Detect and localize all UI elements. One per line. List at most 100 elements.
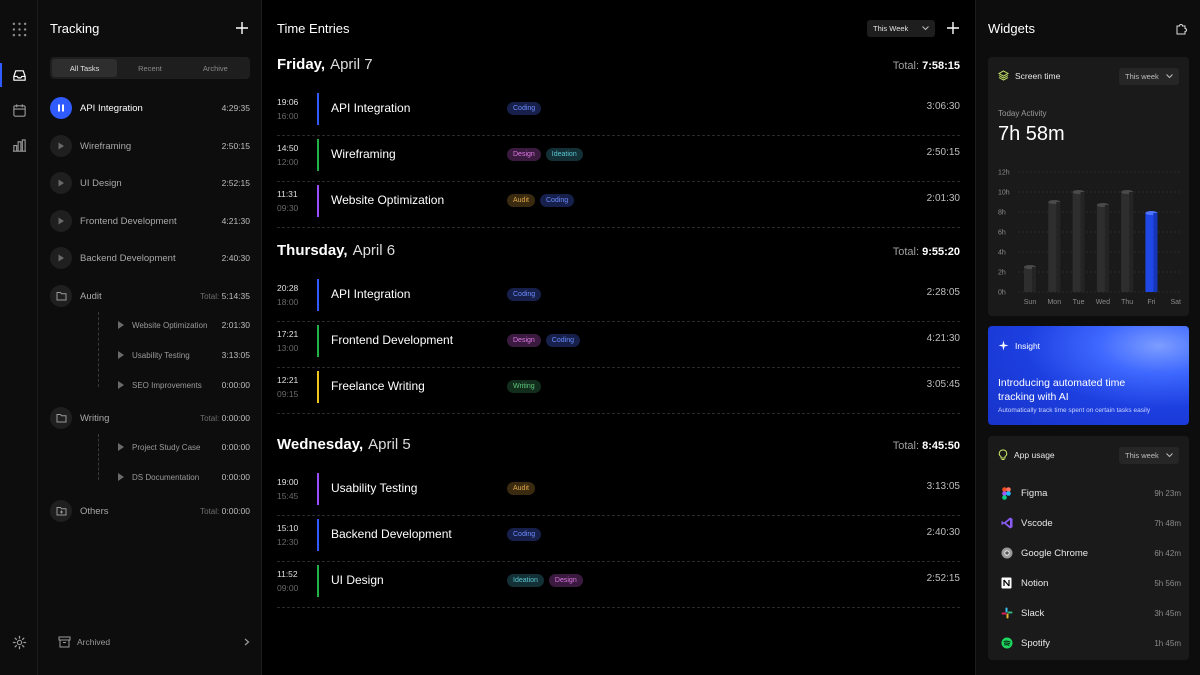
total-label: Total: bbox=[892, 60, 920, 72]
task-row[interactable]: Wireframing 2:50:15 bbox=[50, 135, 250, 157]
play-icon[interactable] bbox=[118, 321, 124, 329]
entry-tags: Ideation Design bbox=[507, 574, 583, 587]
day-name: Thursday, bbox=[277, 242, 348, 259]
vscode-icon bbox=[1000, 517, 1013, 530]
day-header: Wednesday, April 5 Total: 8:45:50 bbox=[277, 436, 960, 456]
x-tick-label: Wed bbox=[1096, 299, 1110, 306]
add-entry-button[interactable] bbox=[945, 20, 961, 36]
time-entry-row[interactable]: 19:06 16:00 API Integration Coding 3:06:30 bbox=[277, 90, 960, 136]
week-filter-dropdown[interactable]: This Week bbox=[867, 20, 935, 37]
tag-badge: Writing bbox=[507, 380, 541, 393]
play-icon[interactable] bbox=[118, 381, 124, 389]
app-row[interactable]: Spotify 1h 45m bbox=[1000, 636, 1181, 650]
lightbulb-icon bbox=[998, 449, 1008, 461]
play-icon bbox=[58, 254, 64, 262]
task-row[interactable]: API Integration 4:29:35 bbox=[50, 97, 250, 119]
tag-badge: Design bbox=[507, 334, 541, 347]
group-total: 5:14:35 bbox=[221, 291, 250, 301]
figma-icon bbox=[1000, 486, 1013, 500]
task-row[interactable]: Frontend Development 4:21:30 bbox=[50, 210, 250, 232]
calendar-icon[interactable] bbox=[0, 95, 38, 125]
settings-gear-icon[interactable] bbox=[0, 627, 38, 657]
screen-time-widget: Screen time This week Today Activity 7h … bbox=[988, 57, 1189, 316]
tag-badge: Audit bbox=[507, 194, 535, 207]
subtask-row[interactable]: SEO Improvements 0:00:00 bbox=[80, 378, 250, 392]
subtask-name: Website Optimization bbox=[132, 320, 208, 330]
add-task-button[interactable] bbox=[234, 20, 250, 36]
entry-end-time: 18:00 bbox=[277, 297, 299, 307]
total-label: Total: bbox=[200, 292, 220, 301]
app-usage-filter[interactable]: This week bbox=[1119, 447, 1179, 464]
tab-all-tasks[interactable]: All Tasks bbox=[52, 59, 118, 77]
archived-link[interactable]: Archived bbox=[58, 634, 250, 650]
subtask-row[interactable]: DS Documentation 0:00:00 bbox=[80, 470, 250, 484]
time-entry-row[interactable]: 12:21 09:15 Freelance Writing Writing 3:05:4… bbox=[277, 368, 960, 414]
inbox-icon[interactable] bbox=[0, 60, 38, 90]
tab-archive[interactable]: Archive bbox=[183, 59, 248, 77]
app-usage-widget: App usage This week Figma 9h 23m Vscode … bbox=[988, 436, 1189, 660]
stats-icon[interactable] bbox=[0, 130, 38, 160]
day-total: Total: 7:58:15 bbox=[893, 60, 960, 72]
group-audit[interactable]: Audit Total: 5:14:35 bbox=[50, 285, 250, 307]
app-row[interactable]: Figma 9h 23m bbox=[1000, 486, 1181, 500]
app-time: 6h 42m bbox=[1154, 548, 1181, 558]
tag-badge: Coding bbox=[507, 102, 542, 115]
time-entry-row[interactable]: 19:00 15:45 Usability Testing Audit 3:13:05 bbox=[277, 470, 960, 516]
entry-duration: 4:21:30 bbox=[926, 333, 960, 344]
time-entry-row[interactable]: 11:31 09:30 Website Optimization Audit Codin… bbox=[277, 182, 960, 228]
entry-end-time: 13:00 bbox=[277, 343, 299, 353]
entry-start-time: 11:31 bbox=[277, 189, 298, 199]
play-button[interactable] bbox=[50, 172, 72, 194]
time-entry-row[interactable]: 20:28 18:00 API Integration Coding 2:28:05 bbox=[277, 276, 960, 322]
subtask-row[interactable]: Project Study Case 0:00:00 bbox=[80, 440, 250, 454]
day-total-value: 8:45:50 bbox=[922, 440, 960, 452]
time-entry-row[interactable]: 11:52 09:00 UI Design Ideation Design 2:52:15 bbox=[277, 562, 960, 608]
time-entry-row[interactable]: 14:50 12:00 Wireframing Design Ideation 2:50:… bbox=[277, 136, 960, 182]
screen-time-filter[interactable]: This week bbox=[1119, 68, 1179, 85]
tab-recent[interactable]: Recent bbox=[117, 59, 182, 77]
widget-title: Screen time bbox=[1015, 70, 1061, 81]
task-row[interactable]: Backend Development 2:40:30 bbox=[50, 247, 250, 269]
subtask-name: DS Documentation bbox=[132, 472, 200, 482]
play-icon bbox=[58, 179, 64, 187]
app-row[interactable]: Notion 5h 56m bbox=[1000, 576, 1181, 590]
entry-tags: Design Ideation bbox=[507, 148, 583, 161]
group-others[interactable]: Others Total: 0:00:00 bbox=[50, 500, 250, 522]
task-row[interactable]: UI Design 2:52:15 bbox=[50, 172, 250, 194]
entry-color-bar bbox=[317, 185, 319, 217]
entry-tags: Coding bbox=[507, 102, 542, 115]
group-name: Writing bbox=[80, 412, 110, 424]
subtask-row[interactable]: Website Optimization 2:01:30 bbox=[80, 318, 250, 332]
subtask-name: Project Study Case bbox=[132, 442, 201, 452]
time-entry-row[interactable]: 17:21 13:00 Frontend Development Design Codi… bbox=[277, 322, 960, 368]
play-button[interactable] bbox=[50, 247, 72, 269]
entry-name: Usability Testing bbox=[331, 481, 418, 495]
entry-tags: Writing bbox=[507, 380, 541, 393]
subtask-row[interactable]: Usability Testing 3:13:05 bbox=[80, 348, 250, 362]
group-writing[interactable]: Writing Total: 0:00:00 bbox=[50, 407, 250, 429]
time-entries-panel: Time Entries This Week Friday, April 7 Tot… bbox=[263, 0, 974, 675]
customize-widgets-button[interactable] bbox=[1173, 20, 1189, 36]
insight-card[interactable]: Insight Introducing automated time track… bbox=[988, 326, 1189, 425]
entry-start-time: 19:00 bbox=[277, 477, 299, 487]
x-tick-label: Tue bbox=[1073, 299, 1085, 306]
apps-grid-icon[interactable] bbox=[0, 14, 38, 44]
play-icon[interactable] bbox=[118, 351, 124, 359]
pause-button[interactable] bbox=[50, 97, 72, 119]
time-entry-row[interactable]: 15:10 12:30 Backend Development Coding 2:40:… bbox=[277, 516, 960, 562]
entry-color-bar bbox=[317, 279, 319, 311]
archive-box-icon bbox=[58, 636, 71, 648]
play-button[interactable] bbox=[50, 210, 72, 232]
play-button[interactable] bbox=[50, 135, 72, 157]
entry-start-time: 11:52 bbox=[277, 569, 298, 579]
app-row[interactable]: Slack 3h 45m bbox=[1000, 606, 1181, 620]
app-row[interactable]: Google Chrome 6h 42m bbox=[1000, 546, 1181, 560]
task-name: Backend Development bbox=[80, 252, 176, 264]
entry-start-time: 17:21 bbox=[277, 329, 299, 339]
entry-start-time: 20:28 bbox=[277, 283, 299, 293]
task-time: 2:40:30 bbox=[221, 253, 250, 263]
day-name: Friday, bbox=[277, 56, 326, 73]
app-row[interactable]: Vscode 7h 48m bbox=[1000, 516, 1181, 530]
play-icon[interactable] bbox=[118, 443, 124, 451]
play-icon[interactable] bbox=[118, 473, 124, 481]
